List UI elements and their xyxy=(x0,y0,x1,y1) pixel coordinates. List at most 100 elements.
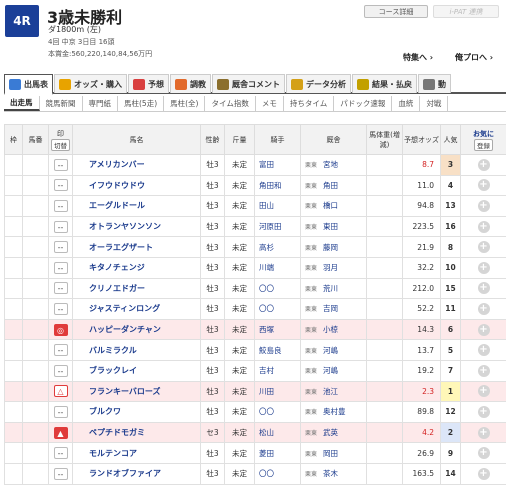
horse-name-link[interactable]: キタノチェンジ xyxy=(72,256,201,279)
trainer-link[interactable]: 武英 xyxy=(323,428,338,437)
jockey-link[interactable]: 松山 xyxy=(254,421,301,444)
mark-selector[interactable]: -- xyxy=(53,344,68,357)
jockey-link[interactable]: 〇〇 xyxy=(254,277,301,300)
subnav-item[interactable]: メモ xyxy=(256,96,284,111)
tab-stable-comment[interactable]: 厩舎コメント xyxy=(212,74,285,93)
trainer-link[interactable]: 吉岡 xyxy=(323,304,338,313)
add-favorite-icon[interactable]: + xyxy=(477,364,490,377)
horse-name-link[interactable]: ランドオブファイア xyxy=(72,462,201,485)
jockey-link[interactable]: 〇〇 xyxy=(254,462,301,485)
jockey-link[interactable]: 西塚 xyxy=(254,318,301,341)
add-favorite-icon[interactable]: + xyxy=(477,158,490,171)
add-favorite-icon[interactable]: + xyxy=(477,220,490,233)
jockey-link[interactable]: 鮫島良 xyxy=(254,339,301,361)
trainer-link[interactable]: 岡田 xyxy=(323,449,338,458)
jockey-link[interactable]: 高杉 xyxy=(254,236,301,258)
subnav-item[interactable]: 出走馬 xyxy=(4,96,40,111)
horse-name-link[interactable]: アメリカンバー xyxy=(72,154,201,176)
add-favorite-icon[interactable]: + xyxy=(477,467,490,480)
trainer-link[interactable]: 羽月 xyxy=(323,263,338,272)
horse-name-link[interactable]: ブラックレイ xyxy=(72,359,201,382)
mark-selector[interactable]: -- xyxy=(53,220,68,233)
horse-name-link[interactable]: クリノエドガー xyxy=(72,277,201,300)
mark-selector[interactable]: -- xyxy=(53,179,68,192)
add-favorite-icon[interactable]: + xyxy=(477,344,490,357)
trainer-link[interactable]: 宮地 xyxy=(323,160,338,169)
add-favorite-icon[interactable]: + xyxy=(477,199,490,212)
add-favorite-icon[interactable]: + xyxy=(477,323,490,336)
subnav-item[interactable]: 競馬新聞 xyxy=(40,96,83,111)
mark-selector[interactable]: -- xyxy=(53,447,68,460)
jockey-link[interactable]: 〇〇 xyxy=(254,298,301,320)
subnav-item[interactable]: 持ちタイム xyxy=(284,96,335,111)
register-button[interactable]: 登録 xyxy=(474,138,493,151)
horse-name-link[interactable]: ジャスティンロング xyxy=(72,298,201,320)
mark-selector[interactable]: -- xyxy=(53,282,68,295)
ipat-link-button[interactable]: i-PAT 連携 xyxy=(433,5,499,18)
subnav-item[interactable]: 馬柱(5走) xyxy=(118,96,165,111)
jockey-link[interactable]: 富田 xyxy=(254,154,301,176)
jockey-link[interactable]: 角田和 xyxy=(254,174,301,197)
tab-training[interactable]: 調教 xyxy=(170,74,211,93)
jockey-link[interactable]: 〇〇 xyxy=(254,401,301,423)
mark-selector[interactable]: -- xyxy=(53,467,68,480)
mark-selector[interactable]: -- xyxy=(53,199,68,212)
tab-shutsubahyo[interactable]: 出馬表 xyxy=(4,74,53,95)
jockey-link[interactable]: 吉村 xyxy=(254,359,301,382)
course-detail-button[interactable]: コース詳細 xyxy=(364,5,428,18)
special-link[interactable]: 特集へ › xyxy=(403,52,433,63)
tab-odds[interactable]: オッズ・購入 xyxy=(54,74,127,93)
mark-selector[interactable]: -- xyxy=(53,364,68,377)
mark-selector[interactable]: -- xyxy=(53,261,68,274)
add-favorite-icon[interactable]: + xyxy=(477,426,490,439)
add-favorite-icon[interactable]: + xyxy=(477,302,490,315)
trainer-link[interactable]: 池江 xyxy=(323,387,338,396)
add-favorite-icon[interactable]: + xyxy=(477,179,490,192)
subnav-item[interactable]: 血統 xyxy=(392,96,421,111)
tab-data-analysis[interactable]: データ分析 xyxy=(286,74,351,93)
jockey-link[interactable]: 川田 xyxy=(254,380,301,403)
jockey-link[interactable]: 菱田 xyxy=(254,442,301,464)
tab-video[interactable]: 動 xyxy=(418,74,451,93)
pro-link[interactable]: 俺プロへ › xyxy=(455,52,493,63)
mark-selector[interactable]: -- xyxy=(53,158,68,171)
mark-selector[interactable]: △ xyxy=(53,385,68,398)
subnav-item[interactable]: 馬柱(全) xyxy=(164,96,206,111)
tab-results[interactable]: 結果・払戻 xyxy=(352,74,417,93)
horse-name-link[interactable]: ブルクワ xyxy=(72,401,201,423)
horse-name-link[interactable]: イフウドウドウ xyxy=(72,174,201,197)
trainer-link[interactable]: 河嶋 xyxy=(323,346,338,355)
mark-selector[interactable]: -- xyxy=(53,302,68,315)
trainer-link[interactable]: 奥村豊 xyxy=(323,407,346,416)
trainer-link[interactable]: 藤岡 xyxy=(323,243,338,252)
add-favorite-icon[interactable]: + xyxy=(477,261,490,274)
add-favorite-icon[interactable]: + xyxy=(477,385,490,398)
subnav-item[interactable]: パドック速報 xyxy=(334,96,393,111)
mark-switch-button[interactable]: 切替 xyxy=(51,138,70,151)
jockey-link[interactable]: 川端 xyxy=(254,256,301,279)
add-favorite-icon[interactable]: + xyxy=(477,447,490,460)
trainer-link[interactable]: 茶木 xyxy=(323,469,338,478)
mark-selector[interactable]: -- xyxy=(53,405,68,418)
horse-name-link[interactable]: ペプチドモガミ xyxy=(72,421,201,444)
add-favorite-icon[interactable]: + xyxy=(477,282,490,295)
subnav-item[interactable]: タイム指数 xyxy=(205,96,256,111)
jockey-link[interactable]: 河原田 xyxy=(254,215,301,238)
tab-prediction[interactable]: 予想 xyxy=(128,74,169,93)
trainer-link[interactable]: 荒川 xyxy=(323,284,338,293)
horse-name-link[interactable]: オトランヤソンソン xyxy=(72,215,201,238)
horse-name-link[interactable]: バルミラクル xyxy=(72,339,201,361)
subnav-item[interactable]: 専門紙 xyxy=(83,96,118,111)
horse-name-link[interactable]: フランキーバローズ xyxy=(72,380,201,403)
subnav-item[interactable]: 対戦 xyxy=(420,96,449,111)
horse-name-link[interactable]: モルテンコア xyxy=(72,442,201,464)
mark-selector[interactable]: -- xyxy=(53,241,68,254)
trainer-link[interactable]: 小椋 xyxy=(323,325,338,334)
add-favorite-icon[interactable]: + xyxy=(477,405,490,418)
trainer-link[interactable]: 角田 xyxy=(323,181,338,190)
mark-selector[interactable]: ◎ xyxy=(53,323,68,336)
trainer-link[interactable]: 橋口 xyxy=(323,201,338,210)
horse-name-link[interactable]: オーラエグザート xyxy=(72,236,201,258)
horse-name-link[interactable]: エーグルドール xyxy=(72,195,201,217)
trainer-link[interactable]: 東田 xyxy=(323,222,338,231)
